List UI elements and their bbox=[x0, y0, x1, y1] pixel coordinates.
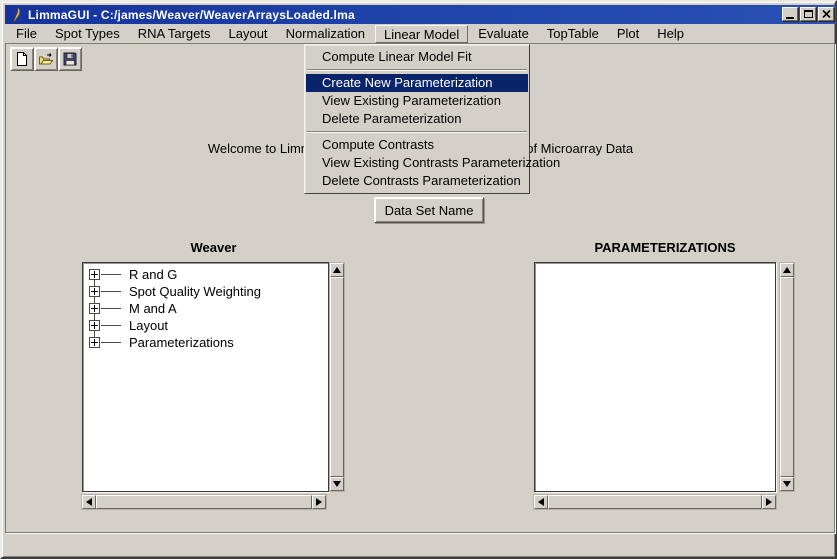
menu-normalization[interactable]: Normalization bbox=[278, 25, 373, 43]
left-arrow-icon bbox=[538, 498, 544, 506]
save-file-button[interactable] bbox=[58, 47, 82, 71]
tree-item-label: Spot Quality Weighting bbox=[129, 284, 261, 299]
menu-separator bbox=[307, 69, 527, 71]
menu-item-compute-linear-model-fit[interactable]: Compute Linear Model Fit bbox=[306, 48, 528, 66]
expand-plus-icon[interactable] bbox=[89, 303, 100, 314]
menu-linear-model[interactable]: Linear Model bbox=[375, 25, 468, 43]
tree-connector-line bbox=[101, 325, 121, 326]
menu-item-compute-contrasts[interactable]: Compute Contrasts bbox=[306, 136, 528, 154]
scrollbar-thumb[interactable] bbox=[330, 277, 344, 477]
scrollbar-track[interactable] bbox=[330, 277, 344, 477]
data-set-name-button[interactable]: Data Set Name bbox=[374, 197, 484, 223]
menu-help[interactable]: Help bbox=[649, 25, 692, 43]
tree-item-parameterizations[interactable]: Parameterizations bbox=[83, 334, 328, 351]
new-document-icon bbox=[14, 51, 30, 67]
feather-icon bbox=[9, 7, 24, 22]
left-arrow-icon bbox=[86, 498, 92, 506]
left-panel-title: Weaver bbox=[82, 240, 345, 255]
left-vertical-scrollbar[interactable] bbox=[329, 262, 345, 492]
expand-plus-icon[interactable] bbox=[89, 320, 100, 331]
tree-item-label: Parameterizations bbox=[129, 335, 234, 350]
tree-connector-line bbox=[101, 342, 121, 343]
scrollbar-thumb[interactable] bbox=[548, 495, 762, 509]
scroll-up-button[interactable] bbox=[330, 263, 344, 277]
expand-plus-icon[interactable] bbox=[89, 269, 100, 280]
tree-item-m-and-a[interactable]: M and A bbox=[83, 300, 328, 317]
tree-connector-line bbox=[101, 308, 121, 309]
close-button[interactable] bbox=[818, 7, 834, 21]
parameterizations-listbox[interactable] bbox=[534, 262, 776, 492]
menu-rna-targets[interactable]: RNA Targets bbox=[130, 25, 219, 43]
tree-connector-line bbox=[101, 291, 121, 292]
menu-item-delete-parameterization[interactable]: Delete Parameterization bbox=[306, 110, 528, 128]
title-bar[interactable]: LimmaGUI - C:/james/Weaver/WeaverArraysL… bbox=[5, 5, 836, 24]
right-horizontal-scrollbar[interactable] bbox=[533, 494, 777, 510]
right-vertical-scrollbar[interactable] bbox=[779, 262, 795, 492]
window-title: LimmaGUI - C:/james/Weaver/WeaverArraysL… bbox=[28, 8, 355, 22]
right-panel-title: PARAMETERIZATIONS bbox=[534, 240, 796, 255]
menu-toptable[interactable]: TopTable bbox=[539, 25, 607, 43]
menu-separator bbox=[307, 131, 527, 133]
menu-item-delete-contrasts-parameterization[interactable]: Delete Contrasts Parameterization bbox=[306, 172, 528, 190]
scrollbar-track[interactable] bbox=[96, 495, 312, 509]
minimize-button[interactable] bbox=[782, 7, 798, 21]
tree-item-label: R and G bbox=[129, 267, 177, 282]
linear-model-menu: Compute Linear Model Fit Create New Para… bbox=[304, 44, 530, 194]
expand-plus-icon[interactable] bbox=[89, 337, 100, 348]
right-arrow-icon bbox=[766, 498, 772, 506]
scrollbar-thumb[interactable] bbox=[780, 277, 794, 477]
left-horizontal-scrollbar[interactable] bbox=[81, 494, 327, 510]
menu-spot-types[interactable]: Spot Types bbox=[47, 25, 128, 43]
scroll-down-button[interactable] bbox=[330, 477, 344, 491]
maximize-button[interactable] bbox=[800, 7, 816, 21]
menu-plot[interactable]: Plot bbox=[609, 25, 647, 43]
menu-item-view-existing-contrasts-parameterization[interactable]: View Existing Contrasts Parameterization bbox=[306, 154, 528, 172]
scroll-down-button[interactable] bbox=[780, 477, 794, 491]
scrollbar-track[interactable] bbox=[548, 495, 762, 509]
menu-evaluate[interactable]: Evaluate bbox=[470, 25, 537, 43]
tree-item-r-and-g[interactable]: R and G bbox=[83, 266, 328, 283]
menu-item-create-new-parameterization[interactable]: Create New Parameterization bbox=[306, 74, 528, 92]
tree-item-spot-quality-weighting[interactable]: Spot Quality Weighting bbox=[83, 283, 328, 300]
maximize-icon bbox=[804, 10, 813, 18]
scroll-left-button[interactable] bbox=[534, 495, 548, 509]
menu-item-view-existing-parameterization[interactable]: View Existing Parameterization bbox=[306, 92, 528, 110]
scroll-up-button[interactable] bbox=[780, 263, 794, 277]
new-file-button[interactable] bbox=[10, 47, 34, 71]
scroll-left-button[interactable] bbox=[82, 495, 96, 509]
save-disk-icon bbox=[62, 51, 78, 67]
scroll-right-button[interactable] bbox=[312, 495, 326, 509]
right-arrow-icon bbox=[316, 498, 322, 506]
down-arrow-icon bbox=[333, 481, 341, 487]
tree-item-label: M and A bbox=[129, 301, 177, 316]
scrollbar-thumb[interactable] bbox=[96, 495, 312, 509]
scroll-right-button[interactable] bbox=[762, 495, 776, 509]
menu-layout[interactable]: Layout bbox=[221, 25, 276, 43]
close-icon bbox=[822, 10, 831, 18]
menu-bar: File Spot Types RNA Targets Layout Norma… bbox=[5, 24, 836, 44]
dataset-tree-listbox[interactable]: R and G Spot Quality Weighting M and A L… bbox=[82, 262, 329, 492]
open-folder-icon bbox=[38, 51, 54, 67]
minimize-icon bbox=[786, 17, 794, 19]
down-arrow-icon bbox=[783, 481, 791, 487]
menu-file[interactable]: File bbox=[8, 25, 45, 43]
up-arrow-icon bbox=[333, 267, 341, 273]
up-arrow-icon bbox=[783, 267, 791, 273]
tree-item-layout[interactable]: Layout bbox=[83, 317, 328, 334]
app-window: LimmaGUI - C:/james/Weaver/WeaverArraysL… bbox=[0, 0, 837, 559]
open-file-button[interactable] bbox=[34, 47, 58, 71]
tree-connector-line bbox=[101, 274, 121, 275]
scrollbar-track[interactable] bbox=[780, 277, 794, 477]
expand-plus-icon[interactable] bbox=[89, 286, 100, 297]
tree-item-label: Layout bbox=[129, 318, 168, 333]
